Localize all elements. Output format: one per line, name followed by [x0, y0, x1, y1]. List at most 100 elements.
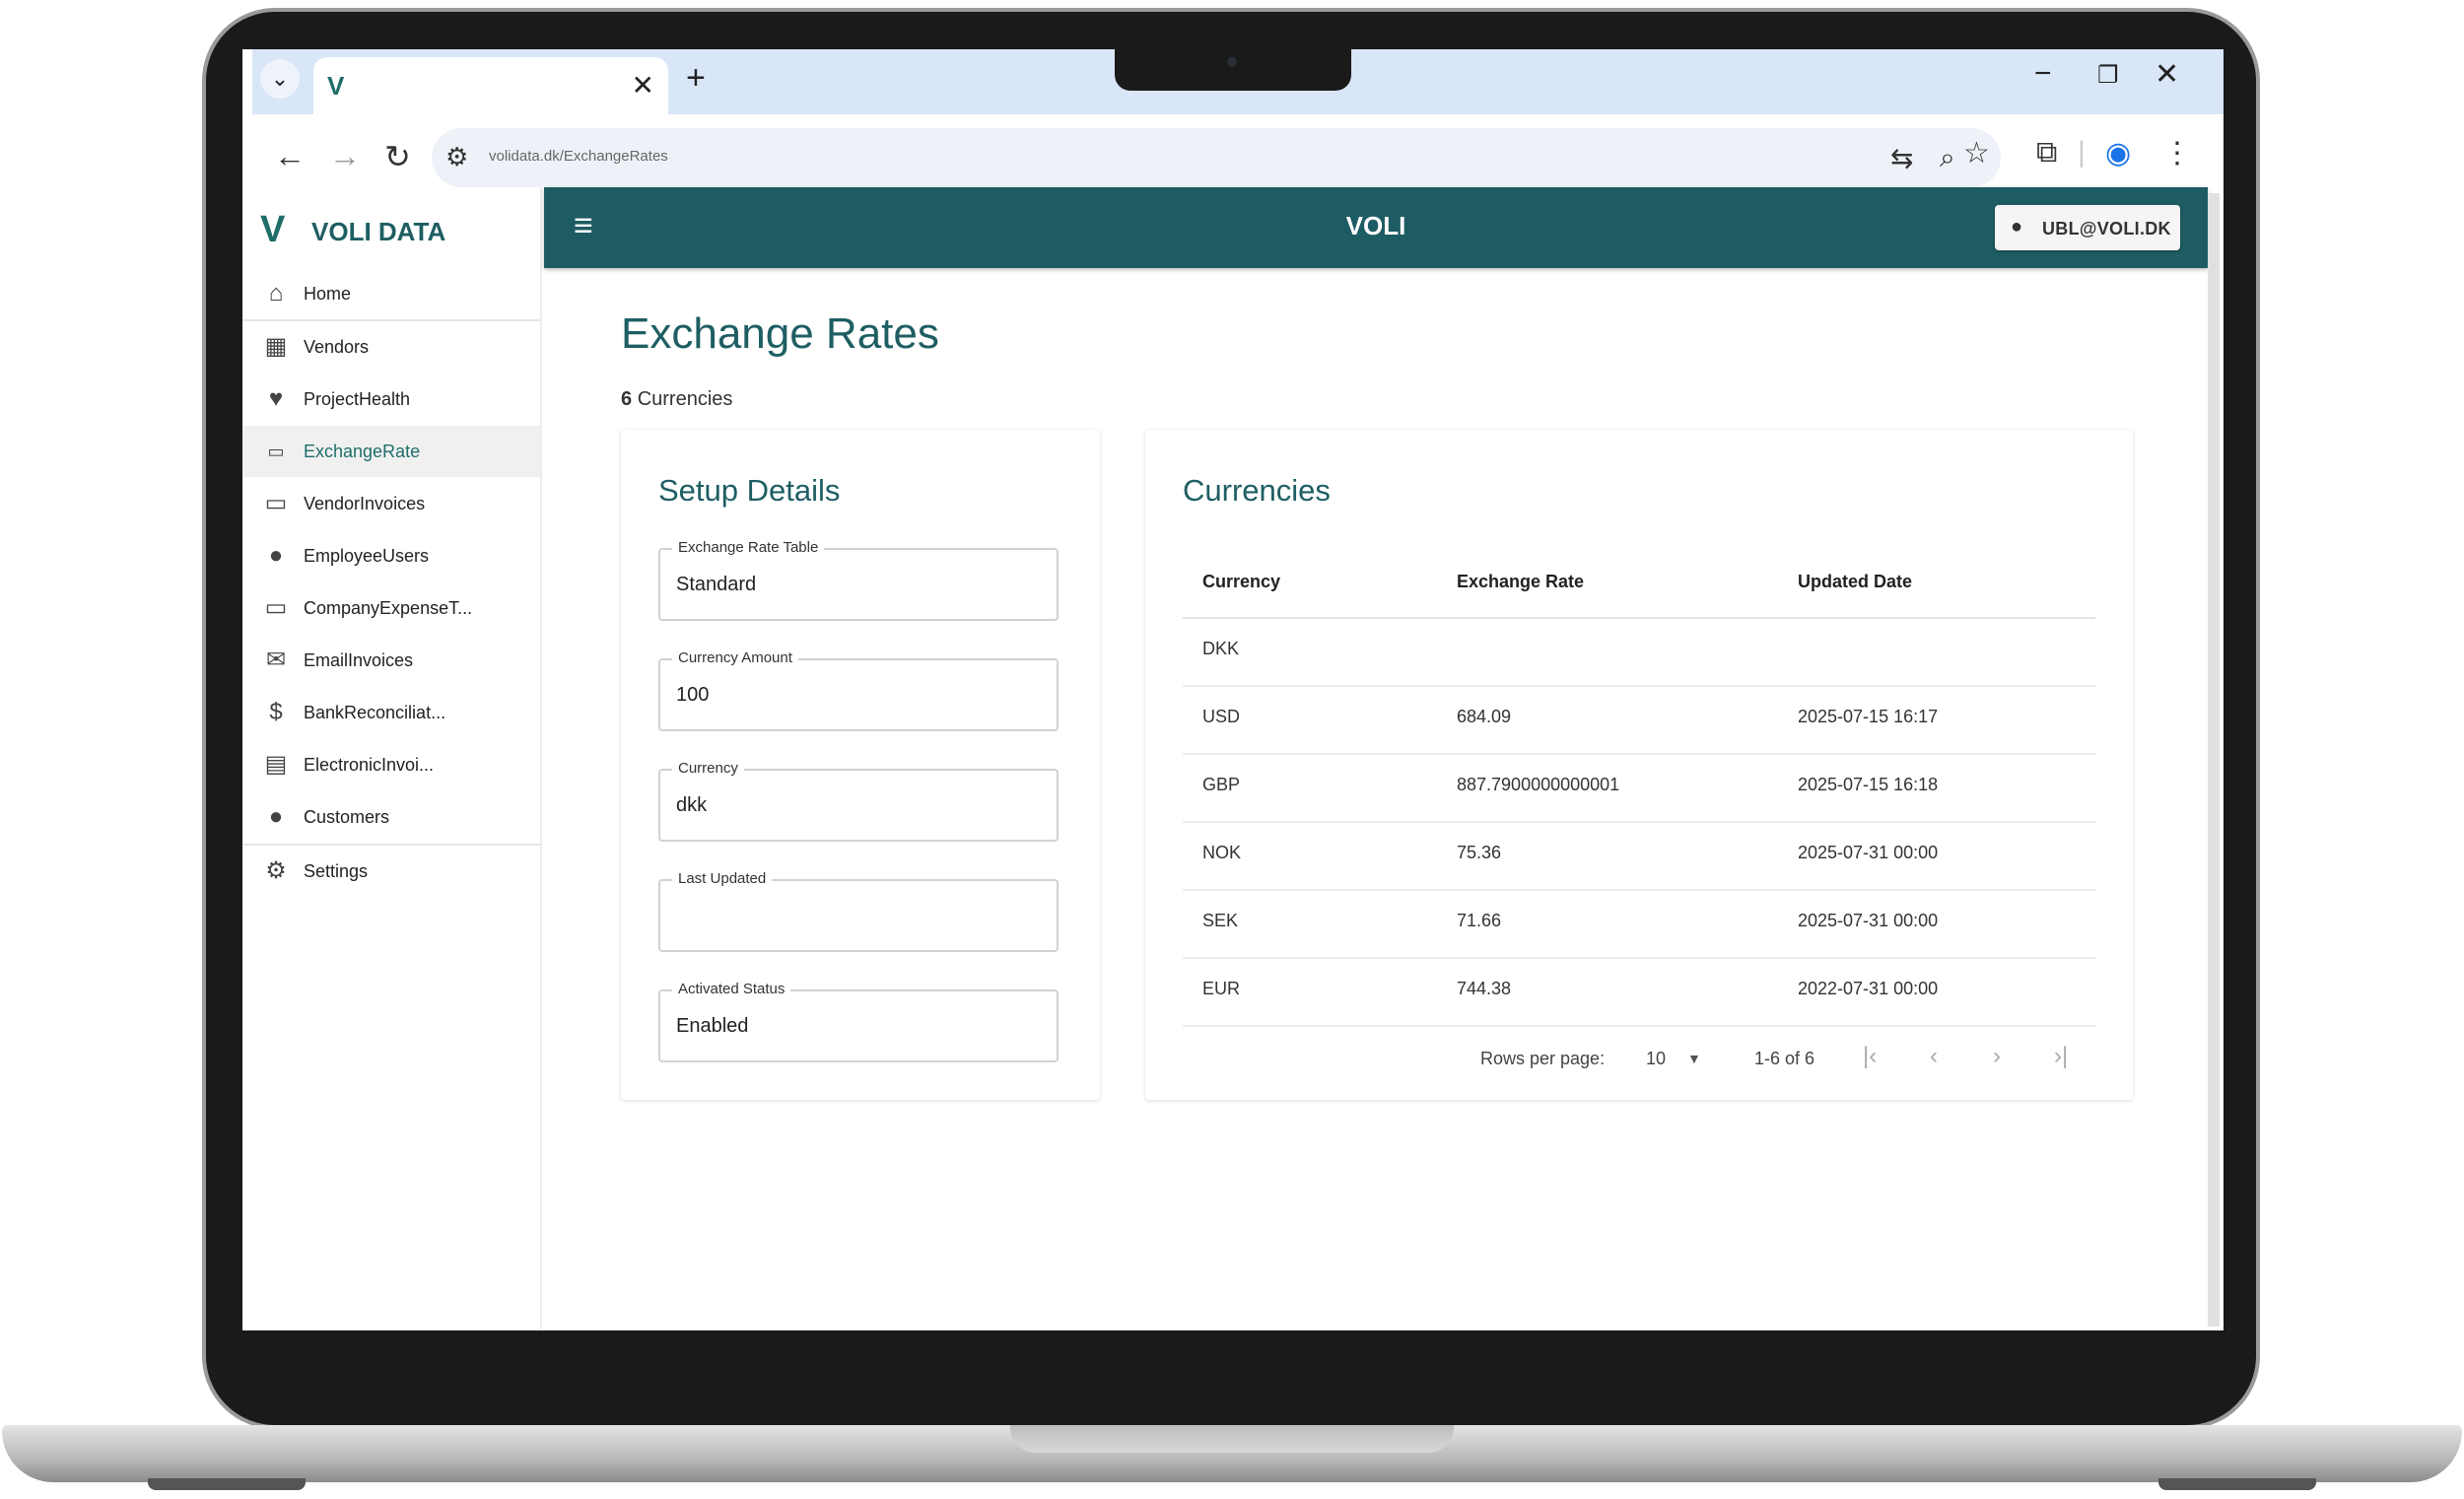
cell-updated: 2025-07-15 16:17: [1798, 707, 1939, 726]
tab-close-icon[interactable]: ✕: [632, 69, 654, 102]
field-value[interactable]: Standard: [676, 574, 756, 596]
brand-name: VOLI DATA: [311, 217, 446, 246]
camera-notch: [1115, 49, 1351, 91]
table-row[interactable]: NOK 75.36 2025-07-31 00:00: [1183, 821, 2095, 891]
currency-count: 6 Currencies: [621, 388, 732, 411]
sidebar-item-exchangerate[interactable]: ▭ ExchangeRate: [242, 426, 540, 477]
column-header-exchange-rate[interactable]: Exchange Rate: [1457, 572, 1584, 592]
document-icon: ▤: [264, 751, 288, 778]
menu-icon[interactable]: ⋮: [2162, 136, 2192, 170]
last-page-icon[interactable]: ›|: [2054, 1043, 2068, 1070]
tab-list-chevron-down-icon[interactable]: ⌄: [260, 59, 300, 99]
url-text[interactable]: volidata.dk/ExchangeRates: [489, 148, 668, 165]
sidebar-item-label: VendorInvoices: [304, 494, 426, 513]
sidebar-item-settings[interactable]: ⚙ Settings: [242, 846, 540, 897]
currency-amount-field[interactable]: Currency Amount 100: [658, 649, 1059, 731]
field-label: Last Updated: [672, 870, 773, 887]
app-bar: ≡ VOLI ● UBL@VOLI.DK: [544, 187, 2208, 268]
sidebar-item-vendorinvoices[interactable]: ▭ VendorInvoices: [242, 478, 540, 529]
cell-currency: USD: [1202, 707, 1241, 726]
person-icon: ●: [268, 542, 284, 569]
voli-logo-icon: V: [260, 209, 286, 250]
reload-icon[interactable]: ↻: [384, 138, 411, 175]
user-email: UBL@VOLI.DK: [2042, 219, 2171, 238]
column-header-currency[interactable]: Currency: [1202, 572, 1280, 592]
building-icon: ▦: [264, 333, 288, 360]
zoom-icon[interactable]: ⌕: [1940, 142, 1955, 174]
exchange-rate-table-field[interactable]: Exchange Rate Table Standard: [658, 539, 1059, 621]
sidebar-item-label: Settings: [304, 861, 369, 881]
table-row[interactable]: USD 684.09 2025-07-15 16:17: [1183, 685, 2095, 755]
rows-per-page-select[interactable]: 10: [1646, 1049, 1666, 1069]
sidebar-item-label: ExchangeRate: [304, 442, 421, 461]
sidebar-item-vendors[interactable]: ▦ Vendors: [242, 321, 540, 373]
user-account-button[interactable]: ● UBL@VOLI.DK: [1995, 205, 2180, 250]
card-icon: ▭: [264, 594, 288, 621]
sidebar-item-emailinvoices[interactable]: ✉ EmailInvoices: [242, 635, 540, 686]
home-icon: ⌂: [268, 280, 284, 307]
sidebar-item-home[interactable]: ⌂ Home: [242, 268, 540, 319]
sidebar-item-bankreconciliation[interactable]: $ BankReconciliat...: [242, 687, 540, 738]
laptop-screen: ⌄ V ✕ + − ❐ ✕ ← → ↻ ⚙ volidata.dk/Exchan…: [242, 49, 2224, 1330]
laptop-hinge-notch: [1010, 1425, 1454, 1453]
field-value[interactable]: 100: [676, 684, 709, 707]
first-page-icon[interactable]: |‹: [1863, 1043, 1877, 1070]
cell-currency: EUR: [1202, 979, 1241, 998]
cell-currency: NOK: [1202, 843, 1242, 862]
table-header: Currency Exchange Rate Updated Date: [1183, 548, 2095, 619]
table-row[interactable]: GBP 887.7900000000001 2025-07-15 16:18: [1183, 753, 2095, 823]
previous-page-icon[interactable]: ‹: [1930, 1043, 1938, 1070]
field-value[interactable]: dkk: [676, 794, 707, 817]
profile-icon[interactable]: ◉: [2105, 136, 2131, 170]
setup-details-title: Setup Details: [658, 473, 841, 508]
field-label: Currency Amount: [672, 649, 798, 666]
sidebar-item-projecthealth[interactable]: ♥ ProjectHealth: [242, 374, 540, 425]
sidebar-item-label: Home: [304, 284, 352, 304]
table-row[interactable]: SEK 71.66 2025-07-31 00:00: [1183, 889, 2095, 959]
sidebar-item-label: ElectronicInvoi...: [304, 755, 435, 775]
last-updated-field[interactable]: Last Updated: [658, 870, 1059, 952]
table-row[interactable]: EUR 744.38 2022-07-31 00:00: [1183, 957, 2095, 1027]
forward-icon[interactable]: →: [329, 138, 361, 174]
sidebar-item-employeeusers[interactable]: ● EmployeeUsers: [242, 530, 540, 581]
table-row[interactable]: DKK: [1183, 617, 2095, 687]
new-tab-button[interactable]: +: [686, 59, 706, 98]
currency-count-label: Currencies: [637, 388, 733, 410]
back-icon[interactable]: ←: [274, 138, 306, 174]
column-header-updated-date[interactable]: Updated Date: [1798, 572, 1912, 592]
sidebar-item-electronicinvoices[interactable]: ▤ ElectronicInvoi...: [242, 739, 540, 790]
cell-updated: 2025-07-15 16:18: [1798, 775, 1939, 794]
voli-favicon-icon: V: [327, 71, 345, 101]
sidebar: V VOLI DATA ⌂ Home ▦ Vendors ♥ ProjectHe…: [242, 187, 542, 1330]
sidebar-item-label: EmailInvoices: [304, 650, 414, 670]
restore-icon[interactable]: ❐: [2097, 61, 2119, 90]
field-label: Activated Status: [672, 981, 791, 997]
browser-tab[interactable]: V ✕: [313, 57, 668, 114]
translate-icon[interactable]: ⇆: [1890, 142, 1913, 174]
cell-updated: 2025-07-31 00:00: [1798, 911, 1939, 930]
currencies-card: Currencies Currency Exchange Rate Update…: [1145, 430, 2133, 1100]
currency-field[interactable]: Currency dkk: [658, 760, 1059, 842]
extensions-icon[interactable]: ⧉: [2036, 136, 2057, 170]
field-value[interactable]: Enabled: [676, 1015, 748, 1038]
scrollbar[interactable]: [2208, 193, 2220, 1327]
exchange-icon: ▭: [267, 442, 285, 461]
currencies-title: Currencies: [1183, 473, 1331, 508]
cell-rate: 684.09: [1457, 707, 1512, 726]
site-info-icon[interactable]: ⚙: [445, 142, 468, 172]
bookmark-star-icon[interactable]: ☆: [1963, 136, 1990, 170]
sidebar-item-label: Customers: [304, 807, 390, 827]
window-close-icon[interactable]: ✕: [2155, 57, 2179, 92]
cell-updated: 2022-07-31 00:00: [1798, 979, 1939, 998]
minimize-icon[interactable]: −: [2034, 57, 2052, 91]
toolbar-divider: |: [2078, 136, 2086, 169]
next-page-icon[interactable]: ›: [1993, 1043, 2001, 1070]
dropdown-arrow-icon[interactable]: ▼: [1687, 1051, 1701, 1066]
sidebar-item-companyexpense[interactable]: ▭ CompanyExpenseT...: [242, 582, 540, 634]
person-icon: ●: [2011, 216, 2023, 238]
sidebar-item-label: ProjectHealth: [304, 389, 411, 409]
activated-status-field[interactable]: Activated Status Enabled: [658, 981, 1059, 1062]
address-bar[interactable]: ⚙ volidata.dk/ExchangeRates ⇆ ⌕: [432, 128, 2001, 187]
sidebar-item-customers[interactable]: ● Customers: [242, 791, 540, 843]
currency-count-number: 6: [621, 388, 633, 410]
